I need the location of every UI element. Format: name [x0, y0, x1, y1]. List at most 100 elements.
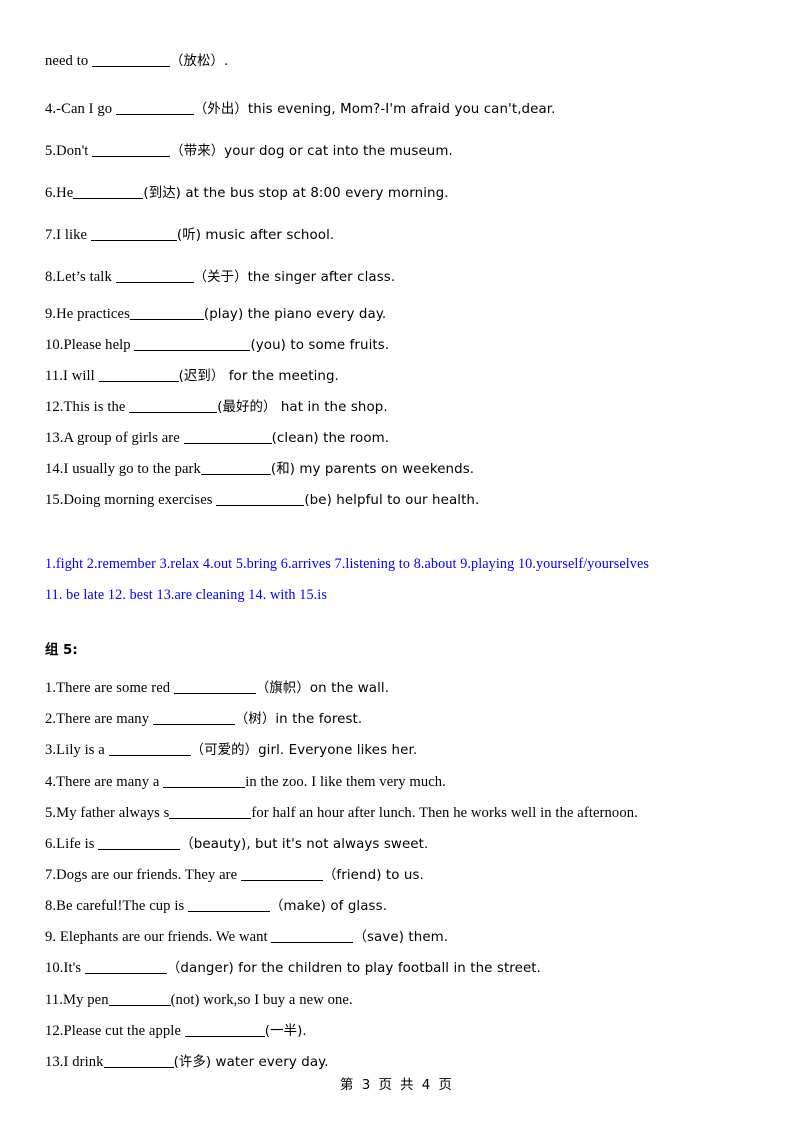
exercise-line: 12.Please cut the apple (一半). [45, 1022, 774, 1041]
answer-blank[interactable] [115, 271, 194, 283]
exercise-prompt-before: 5.Don't [45, 143, 93, 159]
exercise-prompt-before: 6.He [45, 185, 74, 201]
exercise-line: 4.-Can I go （外出）this evening, Mom?-I'm a… [45, 100, 774, 119]
exercise-line: 2.There are many （树）in the forest. [45, 710, 774, 729]
answer-blank[interactable] [216, 494, 305, 506]
exercise-prompt-before: 8.Be careful!The cup is [45, 898, 189, 914]
answer-blank[interactable] [169, 807, 252, 819]
exercise-prompt-after: (许多) water every day. [173, 1055, 329, 1070]
exercise-prompt-after: (听) music after school. [176, 228, 335, 243]
exercise-prompt-after: (到达) at the bus stop at 8:00 every morni… [143, 186, 449, 201]
answer-blank[interactable] [271, 931, 354, 943]
exercise-prompt-before: 6.Life is [45, 836, 99, 852]
exercise-line: 10.Please help (you) to some fruits. [45, 336, 774, 355]
exercise-prompt-before: 1.There are some red [45, 680, 174, 696]
answer-blank[interactable] [103, 1056, 174, 1068]
exercise-prompt-after: (一半). [264, 1024, 307, 1039]
exercise-line: 8.Let’s talk （关于）the singer after class. [45, 268, 774, 287]
page-footer: 第 3 页 共 4 页 [0, 1073, 794, 1093]
answer-blank[interactable] [73, 187, 144, 199]
exercise-prompt-before: 9.He practices [45, 306, 130, 322]
exercise-prompt-after: （save) them. [353, 930, 449, 945]
exercise-prompt-before: 5.My father always s [45, 805, 170, 821]
answer-blank[interactable] [92, 145, 171, 157]
answer-blank[interactable] [108, 994, 171, 1006]
exercise-prompt-before: 13.A group of girls are [45, 430, 184, 446]
exercise-prompt-after: (迟到） for the meeting. [178, 369, 339, 384]
exercise-prompt-before: 12.This is the [45, 399, 130, 415]
exercise-prompt-after: （旗帜）on the wall. [255, 681, 390, 696]
exercise-prompt-after: (最好的） hat in the shop. [217, 400, 388, 415]
exercise-prompt-after: （可爱的）girl. Everyone likes her. [190, 743, 418, 758]
exercise-prompt-before: 8.Let’s talk [45, 269, 116, 285]
exercise-line: 8.Be careful!The cup is （make) of glass. [45, 897, 774, 916]
exercise-line: 13.A group of girls are (clean) the room… [45, 429, 774, 448]
exercise-line: 1.There are some red （旗帜）on the wall. [45, 679, 774, 698]
exercise-prompt-after: （danger) for the children to play footba… [166, 961, 541, 976]
answer-blank[interactable] [240, 869, 323, 881]
answer-key-line-1: 1.fight 2.remember 3.relax 4.out 5.bring… [45, 556, 649, 572]
exercise-line: 10.It's （danger) for the children to pla… [45, 959, 774, 978]
exercise-prompt-after: （树）in the forest. [234, 712, 363, 727]
exercise-prompt-after: （带来）your dog or cat into the museum. [170, 144, 453, 159]
exercise-prompt-before: 15.Doing morning exercises [45, 492, 217, 508]
exercise-prompt-after: （friend) to us. [322, 868, 424, 883]
exercise-line: 15.Doing morning exercises (be) helpful … [45, 491, 774, 510]
exercise-line: 14.I usually go to the park (和) my parent… [45, 460, 774, 479]
exercise-line: 9. Elephants are our friends. We want （s… [45, 928, 774, 947]
answer-blank[interactable] [98, 838, 181, 850]
exercise-prompt-before: 11.My pen [45, 992, 109, 1008]
answer-blank[interactable] [129, 401, 218, 413]
answer-blank[interactable] [173, 682, 256, 694]
exercise-prompt-before: 4.-Can I go [45, 101, 116, 117]
exercise-prompt-after: （放松）. [170, 54, 229, 69]
exercise-prompt-after: (be) helpful to our health. [304, 493, 480, 508]
exercise-prompt-before: 7.I like [45, 227, 91, 243]
answer-blank[interactable] [163, 776, 246, 788]
answer-blank[interactable] [184, 1025, 265, 1037]
exercise-line: 6.He (到达) at the bus stop at 8:00 every m… [45, 184, 774, 203]
exercise-prompt-before: need to [45, 53, 92, 69]
exercise-prompt-after: （外出）this evening, Mom?-I'm afraid you ca… [193, 102, 556, 117]
exercise-line: need to （放松）. [45, 52, 774, 71]
exercise-line: 3.Lily is a （可爱的）girl. Everyone likes he… [45, 741, 774, 760]
answer-blank[interactable] [183, 432, 272, 444]
worksheet-page: need to （放松）. 4.-Can I go （外出）this eveni… [0, 0, 794, 1123]
exercise-prompt-after: （make) of glass. [270, 899, 388, 914]
exercise-line: 7.I like (听) music after school. [45, 226, 774, 245]
exercise-prompt-before: 2.There are many [45, 711, 153, 727]
exercise-line: 11.I will (迟到） for the meeting. [45, 367, 774, 386]
answer-blank[interactable] [129, 308, 204, 320]
exercise-line: 4.There are many a in the zoo. I like th… [45, 773, 774, 791]
exercise-prompt-before: 9. Elephants are our friends. We want [45, 929, 272, 945]
answer-blank[interactable] [115, 103, 194, 115]
exercise-prompt-before: 12.Please cut the apple [45, 1023, 185, 1039]
answer-blank[interactable] [92, 55, 170, 67]
exercise-line: 11.My pen (not) work,so I buy a new one. [45, 991, 774, 1009]
exercise-prompt-after: for half an hour after lunch. Then he wo… [251, 805, 638, 821]
answer-blank[interactable] [134, 339, 251, 351]
answer-blank[interactable] [188, 900, 271, 912]
answer-blank[interactable] [90, 229, 177, 241]
exercise-prompt-before: 4.There are many a [45, 774, 164, 790]
exercise-prompt-after: (not) work,so I buy a new one. [170, 992, 353, 1008]
exercise-prompt-after: (clean) the room. [271, 431, 390, 446]
exercise-prompt-before: 13.I drink [45, 1054, 104, 1070]
exercise-prompt-before: 11.I will [45, 368, 99, 384]
answer-blank[interactable] [98, 370, 179, 382]
exercise-prompt-before: 10.It's [45, 960, 85, 976]
answer-blank[interactable] [84, 962, 167, 974]
answer-blank[interactable] [108, 744, 191, 756]
exercise-prompt-after: (和) my parents on weekends. [270, 462, 475, 477]
group-heading-text: 组 5: [45, 643, 78, 658]
answer-blank[interactable] [200, 463, 271, 475]
exercise-line: 5.My father always s for half an hour aft… [45, 804, 774, 822]
exercise-prompt-after: (play) the piano every day. [203, 307, 387, 322]
group-heading-5: 组 5: [45, 641, 78, 660]
exercise-prompt-before: 7.Dogs are our friends. They are [45, 867, 241, 883]
answer-blank[interactable] [152, 713, 235, 725]
exercise-prompt-after: （关于）the singer after class. [193, 270, 396, 285]
exercise-line: 7.Dogs are our friends. They are （friend… [45, 866, 774, 885]
exercise-prompt-before: 10.Please help [45, 337, 135, 353]
answer-key-line-2: 11. be late 12. best 13.are cleaning 14.… [45, 587, 327, 603]
